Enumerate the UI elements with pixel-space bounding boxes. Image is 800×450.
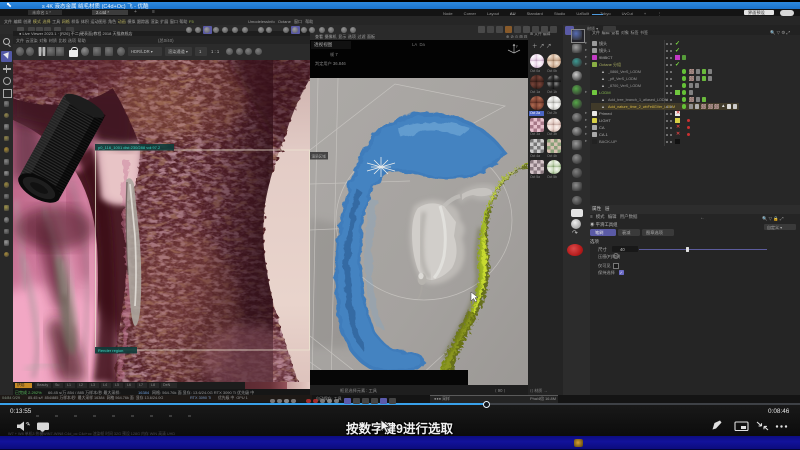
svg-text:p0_116_1001 dist:230/288 vol:9: p0_116_1001 dist:230/288 vol:97.2 (98, 145, 161, 150)
svg-text:y: y (516, 44, 518, 48)
svg-text:Render region: Render region (98, 348, 123, 353)
svg-text:渲染区域: 渲染区域 (312, 154, 327, 159)
